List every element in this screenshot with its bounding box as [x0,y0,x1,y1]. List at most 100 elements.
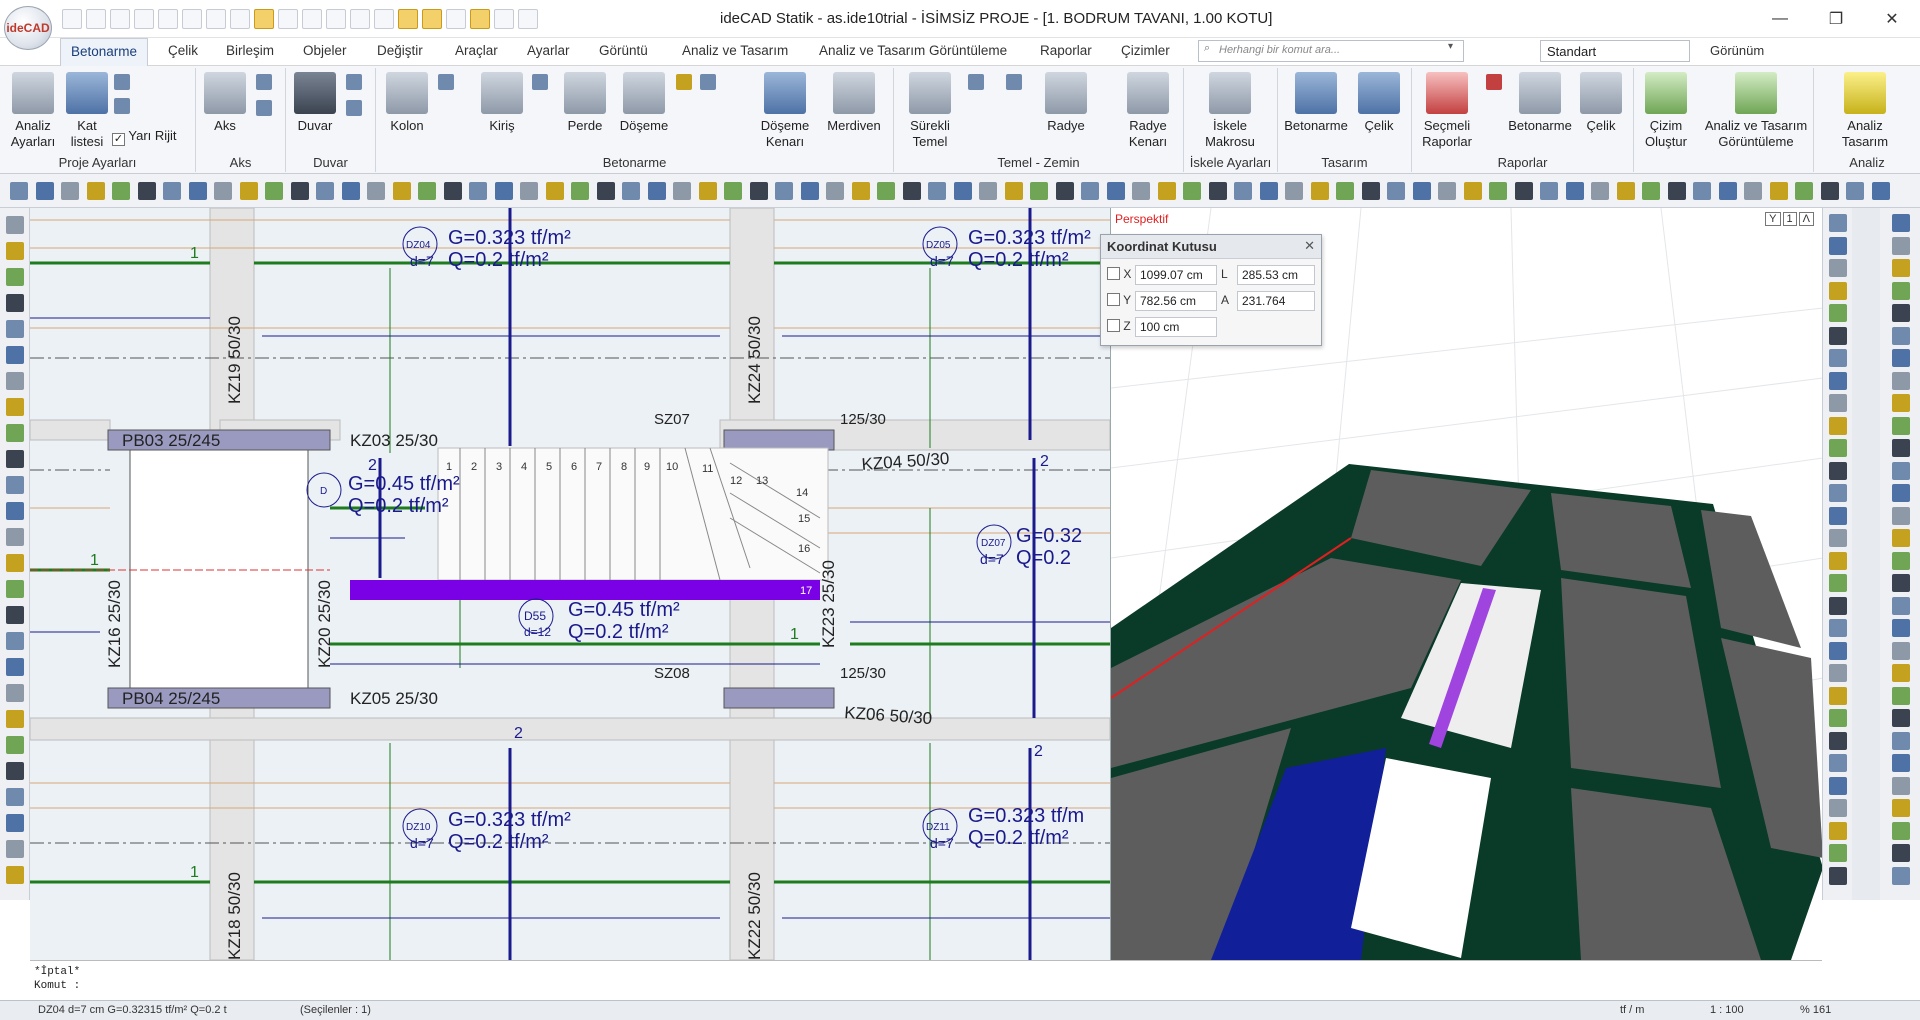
iskele-makrosu-button[interactable]: İskele Makrosu [1198,72,1262,150]
drawing-tool-icon[interactable] [290,182,309,200]
undo-icon[interactable] [182,9,202,29]
drawing-tool-icon[interactable] [1744,182,1762,200]
right-tool-icon[interactable] [1892,439,1910,457]
tab-degistir[interactable]: Değiştir [377,43,423,58]
left-tool-icon[interactable] [6,424,24,442]
z-field[interactable]: 100 cm [1135,317,1217,337]
left-tool-icon[interactable] [6,736,24,754]
left-tool-icon[interactable] [6,840,24,858]
right-tool-icon[interactable] [1892,304,1910,322]
drawing-tool-icon[interactable] [1871,182,1890,200]
rapor-celik-button[interactable]: Çelik [1576,72,1626,134]
drawing-tool-icon[interactable] [1055,182,1074,200]
view-menu[interactable]: Görünüm [1710,43,1764,58]
kiris-button[interactable]: Kiriş [476,72,528,134]
drawing-tool-icon[interactable] [1285,182,1303,200]
drawing-tool-icon[interactable] [1361,182,1380,200]
pile-icon[interactable] [1006,74,1022,90]
tasarim-celik-button[interactable]: Çelik [1354,72,1404,134]
left-tool-icon[interactable] [6,632,24,650]
yari-rijit-checkbox[interactable]: ✓ Yarı Rijit [112,128,194,146]
tab-ayarlar[interactable]: Ayarlar [527,43,570,58]
drawing-tool-icon[interactable] [1565,182,1584,200]
drawing-tool-icon[interactable] [979,182,997,200]
right-tool-icon[interactable] [1892,596,1910,615]
left-tool-icon[interactable] [6,658,24,676]
drawing-tool-icon[interactable] [1208,182,1227,200]
analiz-ayarlari-button[interactable]: Analiz Ayarları [8,72,58,150]
drawing-tool-icon[interactable] [1514,182,1533,200]
y-checkbox[interactable]: Y [1107,293,1131,307]
cross-icon[interactable] [446,9,466,29]
right-tool-icon[interactable] [1829,236,1847,255]
drawing-tool-icon[interactable] [1489,182,1507,200]
left-tool-icon[interactable] [6,762,24,780]
doseme-kenari-button[interactable]: Döşeme Kenarı [756,72,814,150]
left-tool-icon[interactable] [6,502,24,520]
right-tool-icon[interactable] [1892,821,1910,840]
drawing-tool-icon[interactable] [826,182,844,200]
drawing-tool-icon[interactable] [10,182,28,200]
right-tool-icon[interactable] [1829,281,1847,300]
right-tool-icon[interactable] [1829,664,1847,682]
secmeli-raporlar-button[interactable]: Seçmeli Raporlar [1416,72,1478,150]
polar-icon[interactable] [470,9,490,29]
drawing-tool-icon[interactable] [1387,182,1405,200]
window-icon[interactable] [230,9,250,29]
tab-analiz-tasarim[interactable]: Analiz ve Tasarım [682,43,788,58]
left-tool-icon[interactable] [6,450,24,468]
right-tool-icon[interactable] [1892,574,1910,592]
save-all-icon[interactable] [158,9,178,29]
right-tool-icon[interactable] [1892,776,1910,795]
drawing-tool-icon[interactable] [214,182,232,200]
right-tool-icon[interactable] [1829,214,1847,232]
drawing-tool-icon[interactable] [61,182,79,200]
command-line[interactable]: *İptal* Komut : [30,960,1822,1000]
right-tool-icon[interactable] [1892,754,1910,772]
right-tool-icon[interactable] [1892,799,1910,817]
left-tool-icon[interactable] [6,866,24,884]
right-tool-icon[interactable] [1892,259,1910,277]
right-tool-icon[interactable] [1892,349,1910,367]
left-tool-icon[interactable] [6,710,24,728]
right-tool-icon[interactable] [1829,731,1847,750]
slab-grid-icon[interactable] [676,74,692,90]
drawing-tool-icon[interactable] [1769,182,1788,200]
column-snap-icon[interactable] [302,9,322,29]
aks-button[interactable]: Aks [202,72,248,134]
drawing-tool-icon[interactable] [622,182,640,200]
drawing-tool-icon[interactable] [418,182,436,200]
right-tool-icon[interactable] [1892,484,1910,502]
left-tool-icon[interactable] [6,320,24,338]
drawing-tool-icon[interactable] [35,182,54,200]
right-tool-icon[interactable] [1829,349,1847,367]
radye-button[interactable]: Radye [1040,72,1092,134]
drawing-tool-icon[interactable] [1693,182,1711,200]
drawing-tool-icon[interactable] [112,182,130,200]
right-tool-icon[interactable] [1892,529,1910,547]
left-tool-icon[interactable] [6,372,24,390]
drawing-tool-icon[interactable] [673,182,691,200]
arc-axis-icon[interactable] [256,74,272,90]
restore-icon[interactable]: ❐ [1808,0,1864,38]
left-tool-icon[interactable] [6,814,24,832]
right-tool-icon[interactable] [1829,574,1847,592]
drawing-tool-icon[interactable] [851,182,870,200]
drawing-tool-icon[interactable] [698,182,717,200]
tracking-icon[interactable] [422,9,442,29]
drawing-tool-icon[interactable] [1234,182,1252,200]
drawing-tool-icon[interactable] [1183,182,1201,200]
right-tool-icon[interactable] [1829,371,1847,390]
drawing-tool-icon[interactable] [1463,182,1482,200]
tab-celik[interactable]: Çelik [168,43,198,58]
drawing-tool-icon[interactable] [775,182,793,200]
drawing-tool-icon[interactable] [1616,182,1635,200]
a-field[interactable]: 231.764 [1237,291,1315,311]
z-checkbox[interactable]: Z [1107,319,1131,333]
axis-settings-icon[interactable] [114,98,130,114]
left-tool-icon[interactable] [6,268,24,286]
drawing-tool-icon[interactable] [1718,182,1737,200]
view-count-label[interactable]: 1 [1782,212,1797,226]
drawing-tool-icon[interactable] [953,182,972,200]
tab-araclar[interactable]: Araçlar [455,43,498,58]
